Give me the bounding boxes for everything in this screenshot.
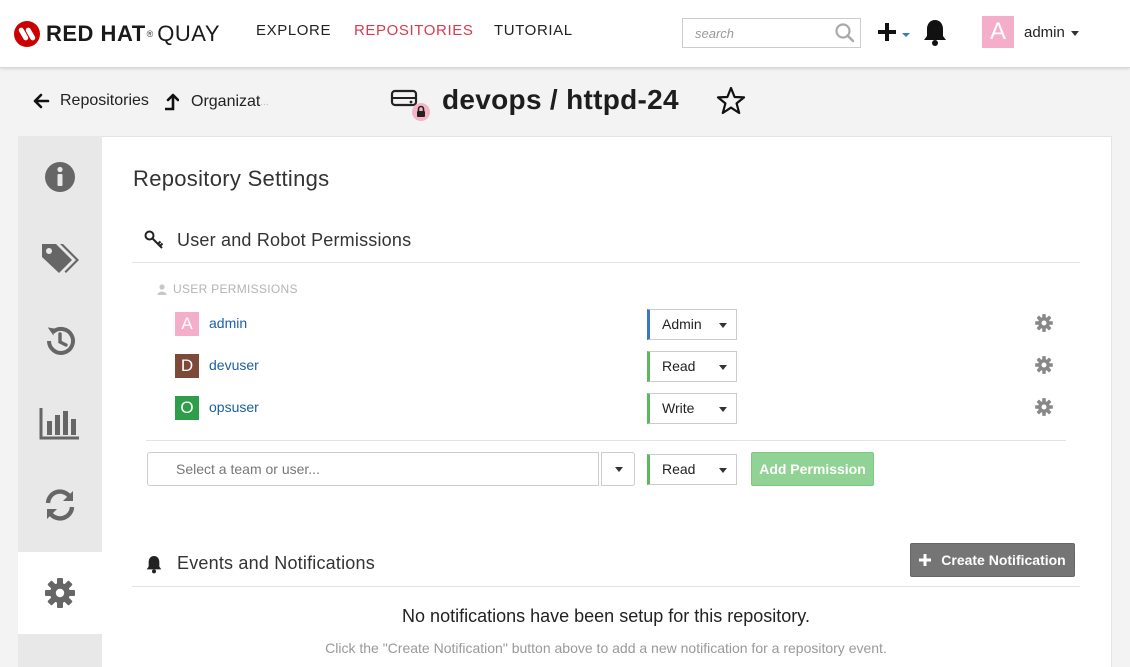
avatar: D — [175, 354, 199, 378]
red-hat-logo-icon — [14, 21, 40, 47]
breadcrumb-repositories-label: Repositories — [60, 92, 149, 109]
notifications-title-label: Events and Notifications — [177, 553, 375, 573]
entity-dropdown-toggle[interactable] — [601, 452, 635, 486]
registered-mark: ® — [146, 29, 154, 39]
sidebar-item-usage-logs[interactable] — [18, 382, 102, 464]
top-navbar: RED HAT ® QUAY EXPLORE REPOSITORIES TUTOR… — [0, 0, 1130, 68]
breadcrumb-truncation: ... — [260, 96, 269, 108]
bell-icon — [146, 555, 162, 573]
role-select[interactable]: Write — [647, 393, 737, 424]
star-repository-button[interactable] — [714, 84, 748, 118]
repository-sidebar — [18, 136, 102, 667]
notifications-section-title: Events and Notifications — [145, 553, 375, 574]
avatar: O — [175, 396, 199, 420]
permission-options-button[interactable] — [1034, 397, 1054, 417]
sidebar-item-builds[interactable] — [18, 464, 102, 546]
nav-explore[interactable]: EXPLORE — [256, 22, 331, 39]
plus-icon — [878, 23, 910, 41]
chevron-down-icon — [719, 468, 727, 473]
role-select[interactable]: Read — [647, 351, 737, 382]
plus-icon — [919, 554, 932, 566]
private-repository-icon — [389, 86, 435, 124]
section-divider — [132, 262, 1080, 263]
chevron-down-icon — [615, 467, 623, 472]
permission-user-link[interactable]: admin — [209, 315, 247, 331]
builds-sync-icon — [45, 489, 75, 521]
empty-notifications-message: No notifications have been setup for thi… — [402, 606, 810, 626]
repository-title: devops / httpd-24 — [442, 84, 679, 115]
permissions-title-label: User and Robot Permissions — [177, 229, 412, 250]
history-icon — [47, 326, 75, 355]
empty-notifications-hint: Click the "Create Notification" button a… — [325, 640, 887, 656]
user-permissions-group-label: USER PERMISSIONS — [157, 282, 298, 296]
usage-chart-icon — [39, 408, 79, 440]
notifications-bell-button[interactable] — [922, 17, 948, 47]
sidebar-item-tags[interactable] — [18, 218, 102, 300]
chevron-down-icon — [719, 365, 727, 370]
user-icon — [157, 283, 167, 295]
gear-icon — [1035, 314, 1053, 332]
user-menu[interactable]: admin — [1024, 24, 1079, 41]
gear-icon — [1035, 398, 1053, 416]
info-icon — [45, 162, 75, 192]
gear-icon — [1035, 356, 1053, 374]
permission-user-link[interactable]: devuser — [209, 357, 259, 373]
chevron-down-icon — [1070, 30, 1079, 36]
bell-icon — [924, 20, 946, 46]
sidebar-item-information[interactable] — [18, 136, 102, 218]
role-select[interactable]: Admin — [647, 309, 737, 340]
add-permission-button[interactable]: Add Permission — [751, 452, 874, 486]
chevron-down-icon — [719, 323, 727, 328]
search-input[interactable] — [683, 19, 833, 47]
nav-repositories[interactable]: REPOSITORIES — [354, 22, 473, 39]
sidebar-item-settings[interactable] — [18, 552, 102, 634]
user-permissions-label: USER PERMISSIONS — [173, 282, 298, 296]
tags-icon — [42, 244, 79, 273]
avatar: A — [175, 312, 199, 336]
section-divider — [132, 586, 1080, 587]
team-or-user-search-input[interactable] — [147, 452, 599, 486]
permission-options-button[interactable] — [1034, 313, 1054, 333]
user-name-label: admin — [1024, 24, 1065, 41]
create-notification-label: Create Notification — [941, 552, 1066, 568]
create-new-button[interactable] — [876, 18, 916, 48]
breadcrumb-organization-label: Organizat — [191, 93, 261, 110]
role-select-value: Write — [662, 400, 695, 416]
star-icon — [716, 86, 746, 115]
search-icon[interactable] — [834, 22, 856, 49]
arrow-left-icon — [33, 93, 50, 109]
permission-user-link[interactable]: opsuser — [209, 399, 259, 415]
breadcrumb-up-organization[interactable]: Organizat... — [163, 92, 269, 112]
chevron-down-icon — [719, 407, 727, 412]
sidebar-item-history[interactable] — [18, 300, 102, 382]
nav-tutorial[interactable]: TUTORIAL — [494, 22, 573, 39]
permissions-divider — [146, 440, 1066, 441]
page-title: Repository Settings — [133, 166, 330, 191]
role-select-value: Admin — [662, 316, 702, 332]
create-notification-button[interactable]: Create Notification — [910, 543, 1075, 577]
user-avatar[interactable]: A — [982, 16, 1014, 48]
settings-gear-icon — [45, 578, 75, 608]
breadcrumb-back-repositories[interactable]: Repositories — [32, 92, 149, 110]
role-select-value: Read — [662, 461, 696, 477]
key-icon — [144, 230, 164, 249]
level-up-icon — [165, 93, 179, 111]
new-permission-role-select[interactable]: Read — [647, 454, 737, 485]
permission-options-button[interactable] — [1034, 355, 1054, 375]
role-select-value: Read — [662, 358, 696, 374]
search-box — [682, 18, 861, 48]
product-name: QUAY — [157, 21, 221, 46]
brand-name: RED HAT — [46, 21, 146, 46]
brand-logo[interactable]: RED HAT ® QUAY — [14, 20, 220, 48]
permissions-section-title: User and Robot Permissions — [143, 229, 411, 251]
